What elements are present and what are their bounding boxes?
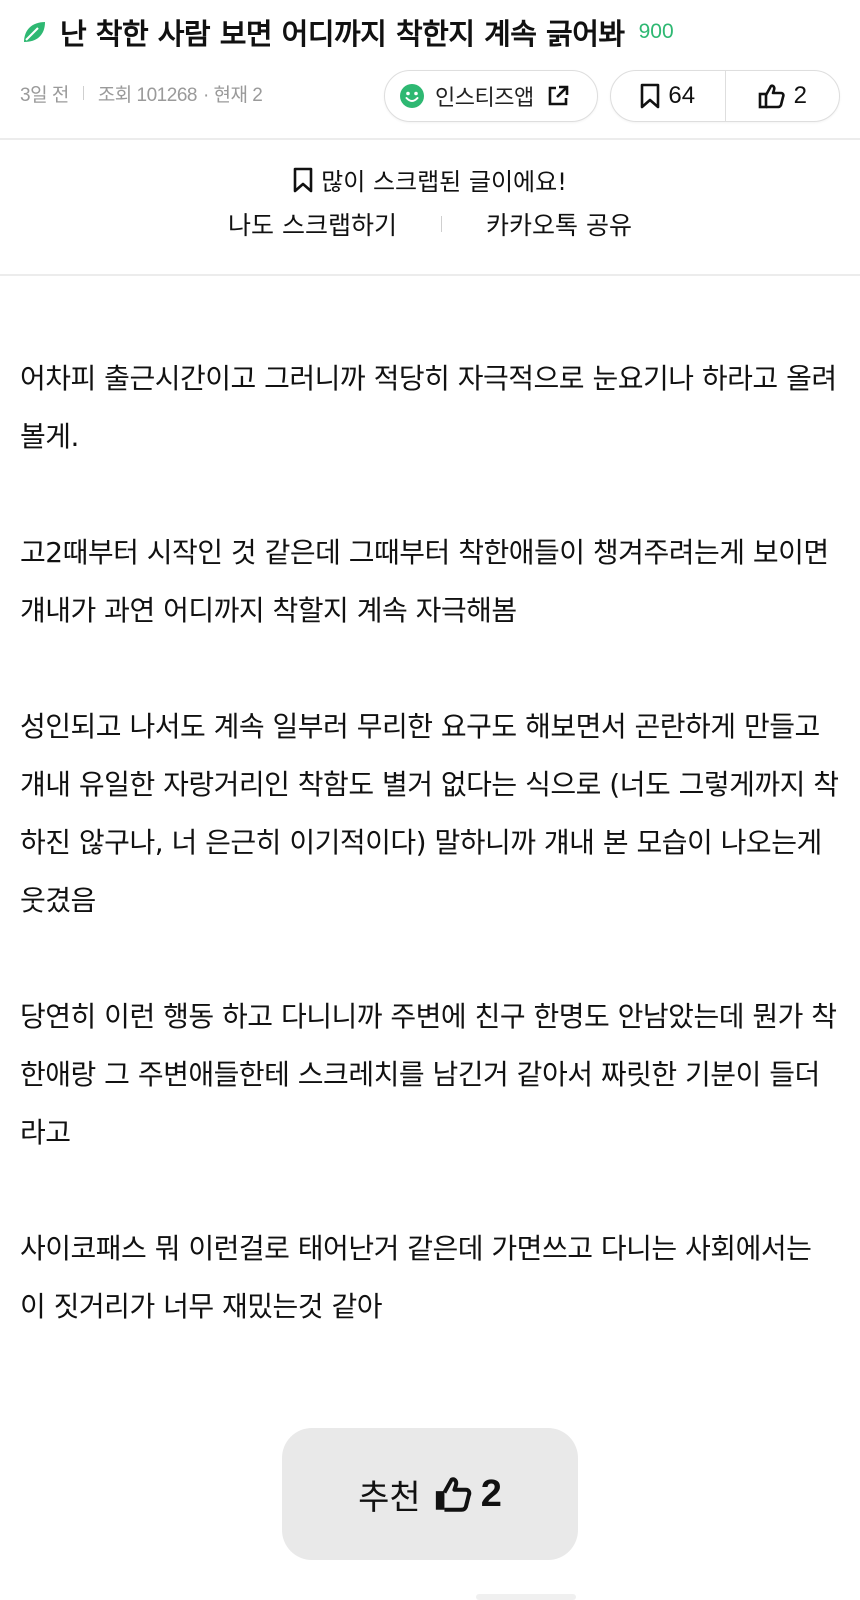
scrap-button[interactable]: 64 (611, 71, 726, 121)
content-paragraph: 고2때부터 시작인 것 같은데 그때부터 착한애들이 챙겨주려는게 보이면 걔내… (20, 536, 829, 627)
like-count: 2 (793, 82, 807, 109)
post-title: 난 착한 사람 보면 어디까지 착한지 계속 긁어봐 (60, 17, 625, 51)
meta-divider (82, 86, 84, 100)
post-title-row: 난 착한 사람 보면 어디까지 착한지 계속 긁어봐 900 (20, 8, 850, 56)
bookmark-icon (641, 83, 660, 109)
header-divider (0, 138, 860, 140)
content-paragraph: 사이코패스 뭐 이런걸로 태어난거 같은데 가면쓰고 다니는 사회에서는 이 짓… (20, 1232, 812, 1323)
bookmark-icon (293, 167, 313, 192)
post-age: 3일 전 (20, 84, 69, 106)
content-paragraph: 성인되고 나서도 계속 일부러 무리한 요구도 해보면서 곤란하게 만들고 걔내… (20, 710, 839, 917)
recommend-label: 추천 (358, 1477, 421, 1518)
bottom-handle (476, 1594, 576, 1600)
scrap-me-link[interactable]: 나도 스크랩하기 (228, 206, 397, 242)
leaf-icon (24, 22, 45, 42)
comment-count[interactable]: 900 (639, 20, 674, 44)
open-app-button[interactable]: 인스티즈앱 (384, 70, 598, 122)
scrap-actions-divider (441, 216, 442, 232)
content-paragraph: 어차피 출근시간이고 그러니까 적당히 자극적으로 눈요기나 하라고 올려볼게. (20, 362, 837, 453)
external-link-icon (548, 85, 569, 106)
scrap-actions: 나도 스크랩하기 카카오톡 공유 (0, 206, 860, 242)
post-meta: 3일 전 조회 101268 · 현재 2 (20, 78, 263, 108)
like-button[interactable]: 2 (726, 71, 840, 121)
recommend-count: 2 (480, 1472, 502, 1515)
view-count: 조회 101268 (97, 84, 198, 106)
post-content: 어차피 출근시간이고 그러니까 적당히 자극적으로 눈요기나 하라고 올려볼게.… (20, 350, 840, 1394)
app-label: 인스티즈앱 (435, 86, 534, 111)
thumbs-up-icon (435, 1477, 471, 1512)
scrap-notice-text: 많이 스크랩된 글이에요! (321, 168, 567, 196)
thumbs-up-icon (758, 84, 785, 109)
smile-icon (400, 84, 424, 108)
recommend-button[interactable]: 추천 2 (282, 1428, 578, 1560)
kakao-share-link[interactable]: 카카오톡 공유 (486, 206, 632, 242)
scrap-count: 64 (668, 82, 696, 109)
scrap-divider (0, 274, 860, 276)
current-viewers: · 현재 2 (202, 84, 263, 106)
content-paragraph: 당연히 이런 행동 하고 다니니까 주변에 친구 한명도 안남았는데 뭔가 착한… (20, 1000, 837, 1149)
scrap-like-group: 64 2 (610, 70, 840, 122)
scrap-notice: 많이 스크랩된 글이에요! (0, 162, 860, 197)
